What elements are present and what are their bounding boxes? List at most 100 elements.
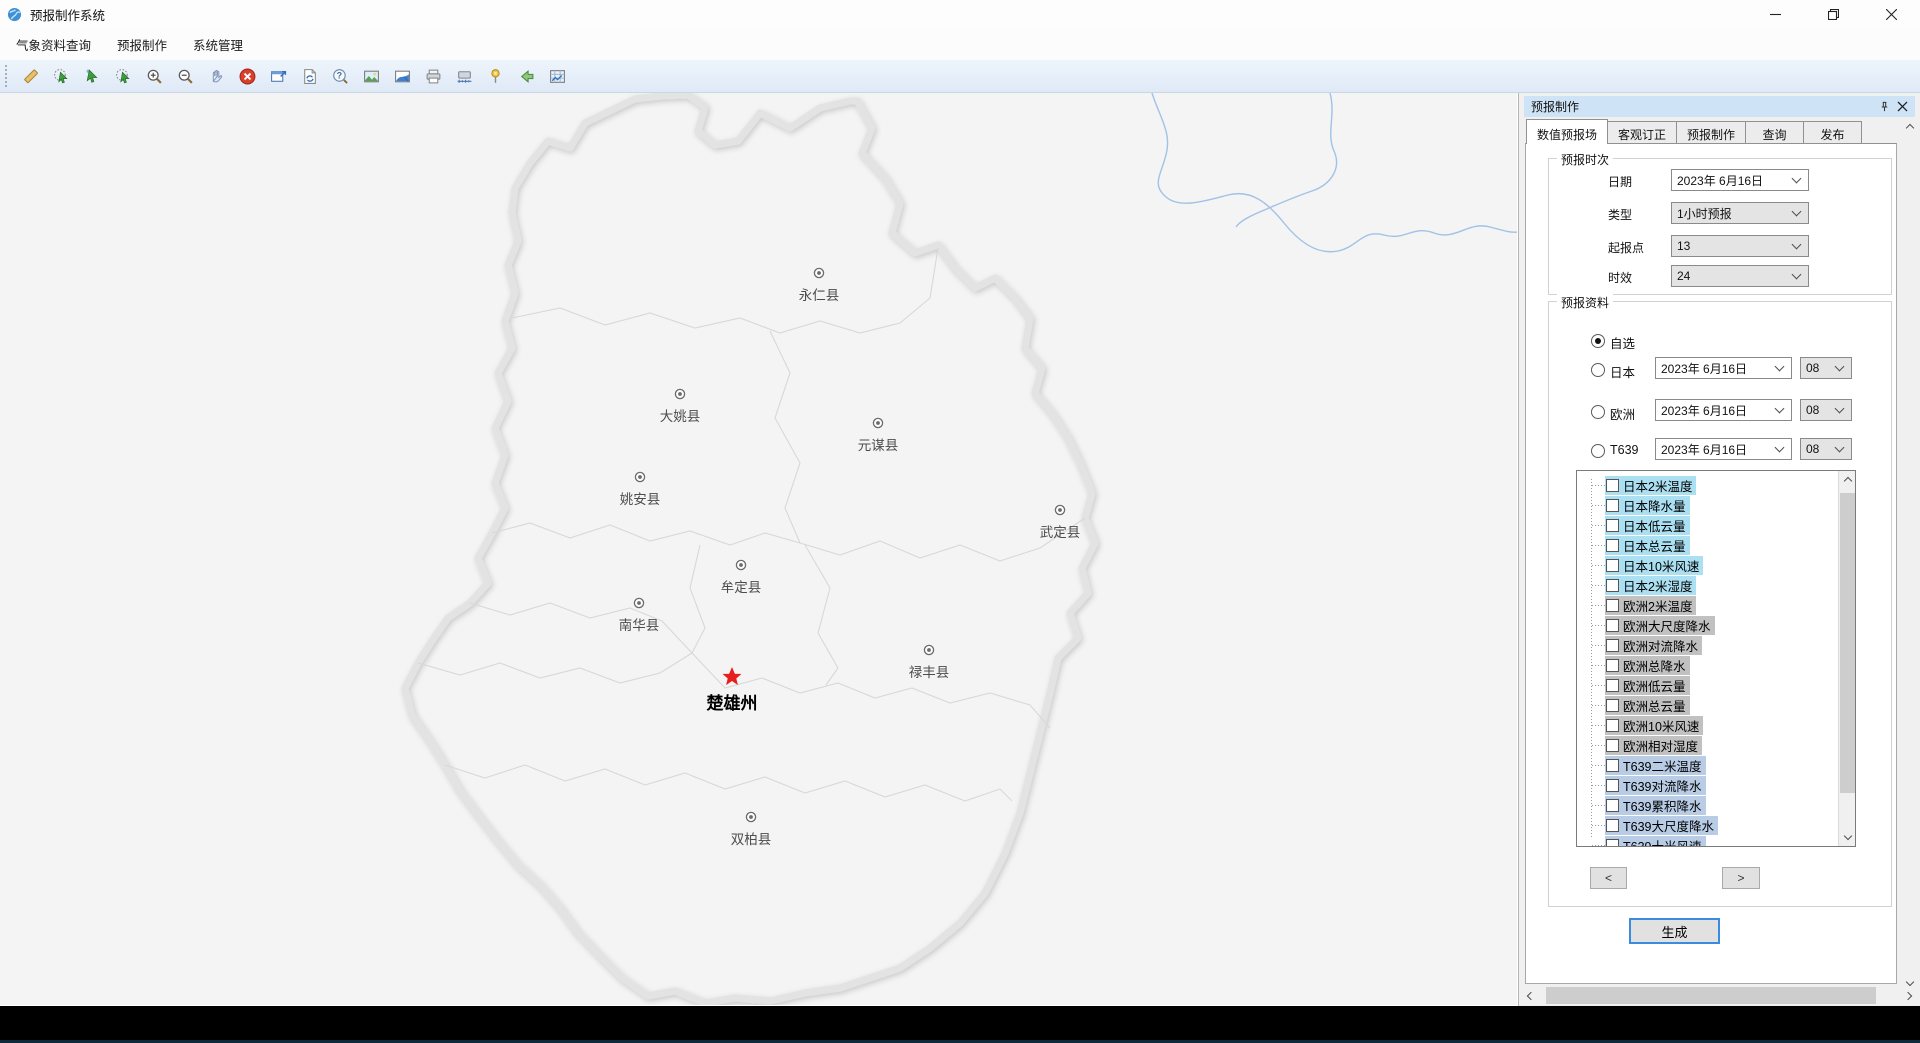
list-item[interactable]: T639对流降水 — [1577, 775, 1706, 795]
generate-button[interactable]: 生成 — [1629, 918, 1720, 944]
list-item[interactable]: 欧洲低云量 — [1577, 675, 1690, 695]
panel-horizontal-scrollbar[interactable] — [1521, 986, 1918, 1005]
checkbox[interactable] — [1606, 839, 1619, 848]
maximize-icon[interactable] — [1804, 0, 1862, 28]
menu-item-3[interactable]: 系统管理 — [182, 31, 254, 58]
scroll-up-icon[interactable] — [1839, 471, 1856, 488]
list-item[interactable]: T639十米风速 — [1577, 835, 1706, 847]
refresh-document-icon[interactable] — [301, 68, 318, 85]
radio-自选[interactable] — [1591, 334, 1605, 348]
list-item[interactable]: 欧洲2米温度 — [1577, 595, 1696, 615]
combo-duration[interactable]: 24 — [1671, 265, 1809, 287]
checkbox[interactable] — [1606, 699, 1619, 712]
combo-欧洲-date[interactable]: 2023年 6月16日 — [1655, 399, 1792, 421]
radio-T639[interactable] — [1591, 444, 1605, 458]
list-scrollbar[interactable] — [1838, 471, 1855, 846]
scroll-thumb[interactable] — [1546, 987, 1876, 1004]
prev-button[interactable]: < — [1590, 867, 1627, 889]
window-chart-icon[interactable] — [270, 68, 287, 85]
checkbox[interactable] — [1606, 739, 1619, 752]
checkbox[interactable] — [1606, 519, 1619, 532]
list-item[interactable]: 日本2米湿度 — [1577, 575, 1696, 595]
pin-icon[interactable] — [1875, 98, 1893, 115]
select-area-zoom-icon[interactable] — [53, 68, 70, 85]
checkbox[interactable] — [1606, 559, 1619, 572]
minimize-icon[interactable] — [1746, 0, 1804, 28]
tab-4[interactable]: 查询 — [1746, 121, 1804, 144]
list-item[interactable]: 欧洲总云量 — [1577, 695, 1690, 715]
checkbox[interactable] — [1606, 799, 1619, 812]
tab-page-numeric-forecast: 预报时次 日期2023年 6月16日类型1小时预报起报点13时效24 预报资料 … — [1525, 143, 1897, 984]
tab-2[interactable]: 客观订正 — [1608, 121, 1677, 144]
checkbox[interactable] — [1606, 619, 1619, 632]
checkbox[interactable] — [1606, 639, 1619, 652]
map-canvas[interactable]: 永仁县大姚县元谋县姚安县武定县牟定县南华县禄丰县双柏县楚雄州 — [0, 93, 1517, 1005]
scroll-thumb[interactable] — [1840, 493, 1855, 793]
back-arrow-icon[interactable] — [518, 68, 535, 85]
scroll-up-icon[interactable] — [1901, 118, 1918, 135]
print-fit-icon[interactable] — [456, 68, 473, 85]
scroll-down-icon[interactable] — [1839, 829, 1856, 846]
list-item[interactable]: 日本总云量 — [1577, 535, 1690, 555]
tab-3[interactable]: 预报制作 — [1677, 121, 1746, 144]
ruler-icon[interactable] — [22, 68, 39, 85]
checkbox[interactable] — [1606, 779, 1619, 792]
image-icon[interactable] — [363, 68, 380, 85]
checkbox[interactable] — [1606, 579, 1619, 592]
combo-start-hour[interactable]: 13 — [1671, 235, 1809, 257]
checkbox[interactable] — [1606, 659, 1619, 672]
stop-icon[interactable] — [239, 68, 256, 85]
checkbox[interactable] — [1606, 719, 1619, 732]
menu-item-2[interactable]: 预报制作 — [106, 31, 178, 58]
image-export-icon[interactable] — [394, 68, 411, 85]
list-item[interactable]: T639大尺度降水 — [1577, 815, 1718, 835]
checkbox[interactable] — [1606, 819, 1619, 832]
menu-item-1[interactable]: 气象资料查询 — [5, 31, 102, 58]
scroll-right-icon[interactable] — [1901, 987, 1918, 1004]
list-item[interactable]: 欧洲对流降水 — [1577, 635, 1702, 655]
zoom-out-icon[interactable] — [177, 68, 194, 85]
checkbox[interactable] — [1606, 499, 1619, 512]
scroll-left-icon[interactable] — [1521, 987, 1538, 1004]
radio-欧洲[interactable] — [1591, 405, 1605, 419]
help-search-icon[interactable]: ? — [332, 68, 349, 85]
checkbox[interactable] — [1606, 679, 1619, 692]
pan-hand-icon[interactable] — [208, 68, 225, 85]
county-label: 牟定县 — [721, 580, 762, 595]
radio-日本[interactable] — [1591, 363, 1605, 377]
location-pin-icon[interactable] — [487, 68, 504, 85]
close-icon[interactable] — [1862, 0, 1920, 28]
toolbar-grip[interactable] — [4, 65, 9, 87]
combo-T639-date[interactable]: 2023年 6月16日 — [1655, 438, 1792, 460]
zoom-in-icon[interactable] — [146, 68, 163, 85]
combo-date[interactable]: 2023年 6月16日 — [1671, 169, 1809, 191]
list-item[interactable]: 欧洲总降水 — [1577, 655, 1690, 675]
tab-1[interactable]: 数值预报场 — [1526, 119, 1608, 144]
select-area-icon[interactable] — [115, 68, 132, 85]
list-item[interactable]: T639累积降水 — [1577, 795, 1706, 815]
list-item[interactable]: 日本降水量 — [1577, 495, 1690, 515]
checkbox[interactable] — [1606, 599, 1619, 612]
combo-欧洲-hour[interactable]: 08 — [1800, 399, 1852, 421]
checkbox[interactable] — [1606, 539, 1619, 552]
panel-close-icon[interactable] — [1893, 98, 1911, 115]
next-button[interactable]: > — [1722, 867, 1760, 889]
tab-5[interactable]: 发布 — [1804, 121, 1862, 144]
list-item[interactable]: T639二米温度 — [1577, 755, 1706, 775]
list-item[interactable]: 日本低云量 — [1577, 515, 1690, 535]
list-item[interactable]: 日本2米温度 — [1577, 475, 1696, 495]
checkbox[interactable] — [1606, 759, 1619, 772]
combo-日本-hour[interactable]: 08 — [1800, 357, 1852, 379]
list-item[interactable]: 欧洲相对湿度 — [1577, 735, 1702, 755]
list-item[interactable]: 日本10米风速 — [1577, 555, 1703, 575]
printer-icon[interactable] — [425, 68, 442, 85]
list-item[interactable]: 欧洲10米风速 — [1577, 715, 1703, 735]
map-export-icon[interactable] — [549, 68, 566, 85]
combo-type[interactable]: 1小时预报 — [1671, 202, 1809, 224]
combo-日本-date[interactable]: 2023年 6月16日 — [1655, 357, 1792, 379]
panel-vertical-scrollbar[interactable] — [1901, 118, 1919, 992]
combo-T639-hour[interactable]: 08 — [1800, 438, 1852, 460]
checkbox[interactable] — [1606, 479, 1619, 492]
cursor-arrow-icon[interactable] — [84, 68, 101, 85]
list-item[interactable]: 欧洲大尺度降水 — [1577, 615, 1715, 635]
